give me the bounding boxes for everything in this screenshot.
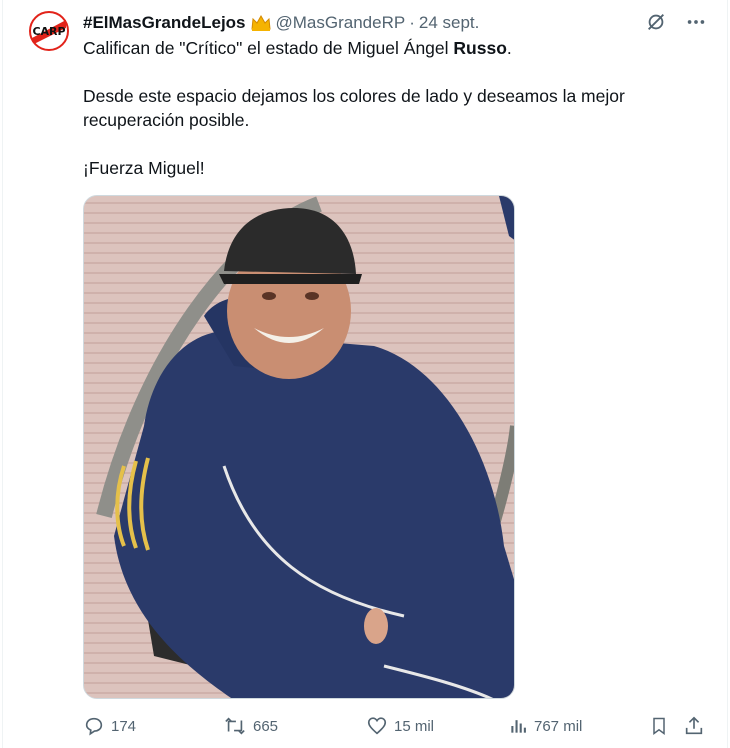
views-count: 767 mil	[534, 717, 583, 735]
photo-illustration	[84, 196, 514, 698]
tweet-text: Califican de "Crítico" el estado de Migu…	[83, 36, 683, 180]
grok-icon[interactable]	[644, 10, 668, 34]
like-count: 15 mil	[394, 717, 435, 735]
tweet-top-actions	[644, 10, 708, 34]
views-button[interactable]: 767 mil	[508, 712, 582, 740]
reply-button[interactable]: 174	[83, 712, 136, 740]
tweet-header: #ElMasGrandeLejos @MasGrandeRP · 24 sept…	[83, 12, 479, 34]
tweet-actions: 174 665 15 mil 767 mil	[83, 712, 708, 740]
heart-icon	[367, 717, 387, 735]
display-name[interactable]: #ElMasGrandeLejos	[83, 13, 246, 33]
views-chart-icon	[511, 720, 526, 733]
reply-count: 174	[111, 717, 137, 735]
separator: ·	[409, 13, 415, 32]
tweet-paragraph-3: ¡Fuerza Miguel!	[83, 158, 205, 178]
bold-name: Russo	[453, 38, 507, 58]
share-button[interactable]	[683, 712, 705, 740]
avatar[interactable]: CARP	[28, 10, 70, 52]
retweet-button[interactable]: 665	[223, 712, 278, 740]
share-icon	[685, 716, 703, 735]
more-icon[interactable]	[684, 10, 708, 34]
retweet-icon	[225, 717, 245, 735]
timestamp[interactable]: 24 sept.	[419, 13, 480, 33]
tweet-paragraph-2: Desde este espacio dejamos los colores d…	[83, 86, 625, 130]
tweet-photo[interactable]	[83, 195, 515, 699]
reply-icon	[85, 717, 103, 736]
river-plate-crest-icon: CARP	[29, 11, 69, 51]
bookmark-button[interactable]	[649, 712, 669, 740]
svg-text:CARP: CARP	[32, 25, 65, 38]
like-button[interactable]: 15 mil	[366, 712, 434, 740]
tweet-line-1: Califican de "Crítico" el estado de Migu…	[83, 38, 512, 58]
retweet-count: 665	[253, 717, 279, 735]
bookmark-icon	[653, 717, 665, 735]
crown-icon	[250, 14, 272, 32]
handle[interactable]: @MasGrandeRP	[276, 13, 406, 33]
